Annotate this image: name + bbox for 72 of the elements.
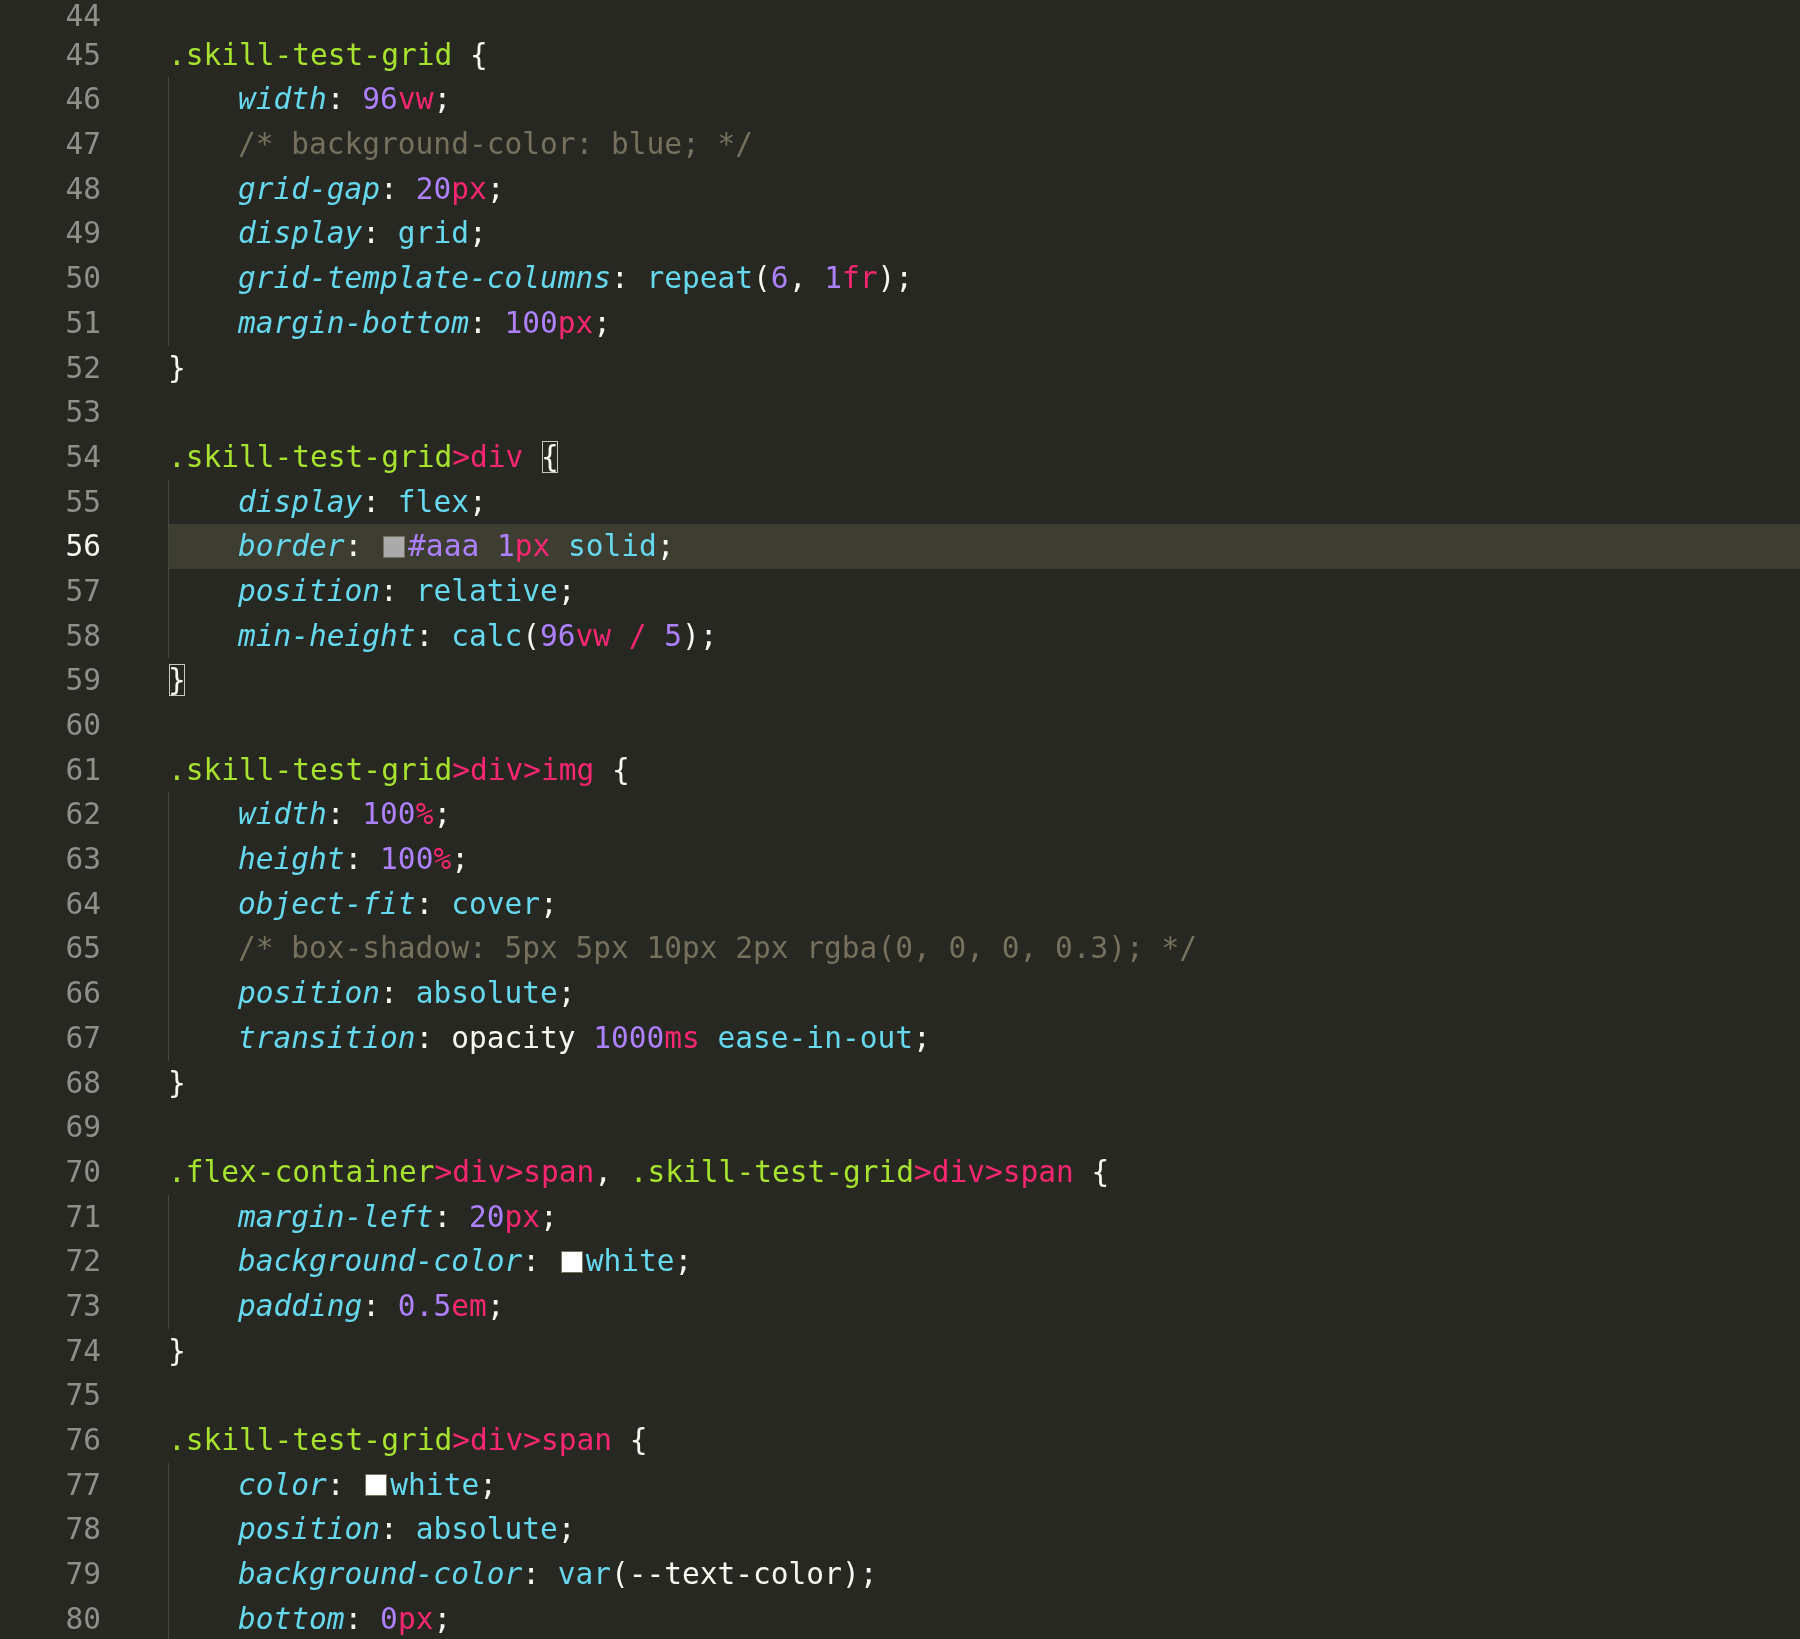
code-text: border: (238, 528, 364, 566)
code-text: object-fit: cover; (238, 885, 558, 923)
code-text: position: absolute; (238, 975, 576, 1013)
line-number: 51 (64, 304, 101, 342)
line-number: 73 (64, 1287, 101, 1325)
code-text: .skill-test-grid>div { (168, 438, 559, 476)
line-number: 49 (64, 215, 101, 253)
line-number: 67 (64, 1019, 101, 1057)
code-text: .skill-test-grid { (168, 36, 488, 74)
line-number: 63 (64, 841, 101, 879)
line-number: 47 (64, 126, 101, 164)
line-number: 62 (64, 796, 101, 834)
line-number: 55 (64, 483, 101, 521)
code-text: /* background-color: blue; */ (238, 126, 754, 164)
line-number: 65 (64, 930, 101, 968)
line-number: 78 (64, 1511, 101, 1549)
line-number: 57 (64, 572, 101, 610)
line-number: 53 (64, 394, 101, 432)
line-number: 76 (64, 1422, 101, 1459)
code-text: } (168, 1064, 186, 1102)
code-text: } (168, 349, 186, 387)
line-number: 45 (64, 36, 101, 74)
code-text: padding: 0.5em; (238, 1287, 505, 1325)
code-text: margin-left: 20px; (238, 1198, 558, 1236)
line-number: 80 (64, 1600, 101, 1638)
code-text: width: 100%; (238, 796, 452, 834)
code-text: } (168, 662, 186, 700)
code-text: .skill-test-grid>div>span { (168, 1422, 648, 1459)
line-number: 56 (64, 528, 101, 566)
line-number: 44 (64, 0, 101, 33)
line-number: 77 (64, 1466, 101, 1504)
line-number: 46 (64, 81, 101, 119)
line-number: 71 (64, 1198, 101, 1236)
code-text: } (168, 1332, 186, 1370)
code-text: .flex-container>div>span, .skill-test-grid>div>span { (168, 1153, 1110, 1191)
code-text: color: (238, 1466, 346, 1504)
line-number: 58 (64, 617, 101, 655)
code-text: display: grid; (238, 215, 487, 253)
line-number: 64 (64, 885, 101, 923)
code-text: #aaa 1px solid; (408, 528, 675, 566)
line-number: 60 (64, 707, 101, 744)
code-text: display: flex; (238, 483, 487, 521)
line-number: 50 (64, 260, 101, 298)
line-number: 61 (64, 751, 101, 789)
code-text: .skill-test-grid>div>img { (168, 751, 630, 789)
code-text: height: 100%; (238, 841, 469, 879)
line-number: 52 (64, 349, 101, 387)
line-number: 54 (64, 438, 101, 476)
code-text: grid-gap: 20px; (238, 170, 505, 208)
code-text: bottom: 0px; (238, 1600, 452, 1638)
line-number: 48 (64, 170, 101, 208)
line-number: 68 (64, 1064, 101, 1102)
line-number: 70 (64, 1153, 101, 1191)
code-text: position: absolute; (238, 1511, 576, 1549)
code-text: /* box-shadow: 5px 5px 10px 2px rgba(0, 0, 0, 0.3); */ (238, 930, 1198, 968)
code-text: white; (585, 1243, 693, 1281)
code-text: margin-bottom: 100px; (238, 304, 611, 342)
line-number: 75 (64, 1377, 101, 1415)
code-text: min-height: calc(96vw / 5); (238, 617, 718, 655)
code-text: white; (390, 1466, 497, 1504)
line-number: 79 (64, 1556, 101, 1594)
code-text: width: 96vw; (238, 81, 452, 119)
line-number: 59 (64, 662, 101, 700)
line-number: 72 (64, 1243, 101, 1281)
code-text: background-color: (238, 1243, 541, 1281)
code-text: grid-template-columns: repeat(6, 1fr); (238, 260, 913, 298)
code-text: background-color: var(--text-color); (238, 1556, 878, 1594)
line-number: 69 (64, 1109, 101, 1147)
code-text: transition: opacity 1000ms ease-in-out; (238, 1019, 931, 1057)
line-number: 66 (64, 975, 101, 1013)
line-number: 74 (64, 1332, 101, 1370)
code-text: position: relative; (238, 572, 576, 610)
